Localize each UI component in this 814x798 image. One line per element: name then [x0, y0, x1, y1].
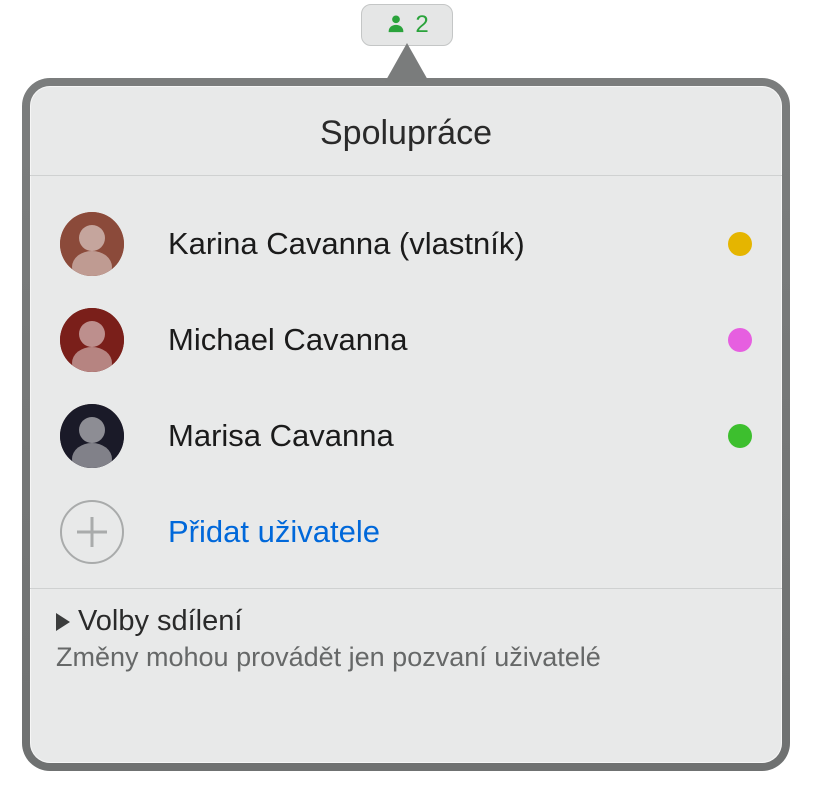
popover-arrow — [387, 46, 427, 82]
add-user-button[interactable]: Přidat uživatele — [60, 484, 752, 580]
participant-name: Marisa Cavanna — [168, 418, 728, 454]
presence-color-dot — [728, 232, 752, 256]
participant-name: Karina Cavanna (vlastník) — [168, 226, 728, 262]
collaborate-button[interactable]: 2 — [361, 4, 453, 46]
avatar — [60, 212, 124, 276]
panel-header: Spolupráce — [30, 86, 782, 176]
disclosure-triangle-icon — [56, 613, 70, 631]
sharing-options-title: Volby sdílení — [78, 605, 242, 638]
participant-row[interactable]: Karina Cavanna (vlastník) — [60, 196, 752, 292]
avatar — [60, 404, 124, 468]
collaborator-count: 2 — [415, 11, 428, 39]
add-user-label: Přidat uživatele — [168, 514, 380, 550]
participant-name: Michael Cavanna — [168, 322, 728, 358]
sharing-options-section[interactable]: Volby sdílení Změny mohou provádět jen p… — [30, 588, 782, 697]
participant-row[interactable]: Michael Cavanna — [60, 292, 752, 388]
presence-color-dot — [728, 328, 752, 352]
participant-list: Karina Cavanna (vlastník) Michael Cavann… — [30, 176, 782, 588]
person-icon — [385, 12, 407, 39]
panel-title: Spolupráce — [320, 114, 492, 152]
sharing-options-subtitle: Změny mohou provádět jen pozvaní uživate… — [56, 642, 756, 673]
participant-row[interactable]: Marisa Cavanna — [60, 388, 752, 484]
plus-circle-icon — [60, 500, 124, 564]
avatar — [60, 308, 124, 372]
presence-color-dot — [728, 424, 752, 448]
collaboration-popover: Spolupráce Karina Cavanna (vlastník) Mic… — [22, 78, 790, 771]
